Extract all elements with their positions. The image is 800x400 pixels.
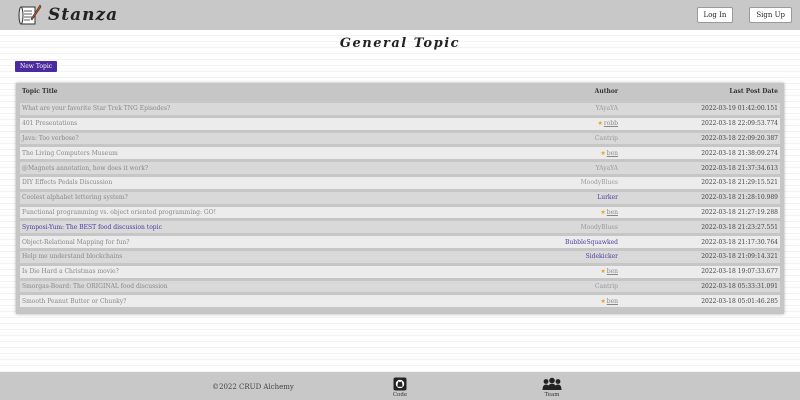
table-row[interactable]: Coolest alphabet lettering system? Lurker… bbox=[20, 191, 780, 204]
brand-name: Stanza bbox=[48, 5, 119, 25]
footer: ©2022 CRUD Alchemy Code Team bbox=[0, 372, 800, 400]
star-icon: ★ bbox=[600, 268, 606, 276]
table-row[interactable]: Smorgas-Board: The ORIGINAL food discuss… bbox=[20, 280, 780, 293]
code-label: Code bbox=[392, 392, 408, 398]
author-name[interactable]: Lurker bbox=[597, 194, 618, 201]
last-post-date: 2022-03-19 01:42:00.151 bbox=[701, 105, 778, 113]
last-post-date: 2022-03-18 22:09:20.387 bbox=[701, 134, 778, 142]
last-post-date: 2022-03-18 05:01:46.285 bbox=[701, 297, 778, 305]
author-name[interactable]: MoodyBlues bbox=[581, 179, 618, 186]
table-row[interactable]: Functional programming vs. object orient… bbox=[20, 206, 780, 219]
last-post-date: 2022-03-18 21:28:10.989 bbox=[701, 194, 778, 202]
column-header-author: Author bbox=[594, 88, 618, 95]
last-post-date: 2022-03-18 21:23:27.551 bbox=[701, 223, 778, 231]
topic-author[interactable]: BubbleSquawked bbox=[458, 239, 618, 246]
topic-title[interactable]: DIY Effects Pedals Discussion bbox=[22, 179, 458, 186]
topic-author[interactable]: ★ben bbox=[458, 268, 618, 275]
topic-title[interactable]: Smorgas-Board: The ORIGINAL food discuss… bbox=[22, 283, 458, 290]
topic-title[interactable]: Coolest alphabet lettering system? bbox=[22, 194, 458, 201]
topic-title[interactable]: 401 Presentations bbox=[22, 120, 458, 127]
star-icon: ★ bbox=[597, 120, 603, 128]
table-row[interactable]: Java: Too verbose? Cantrip 2022-03-18 22:0… bbox=[20, 132, 780, 145]
table-body: What are your favorite Star Trek TNG Epi… bbox=[16, 103, 784, 308]
topic-title[interactable]: @Magnets annotation, how does it work? bbox=[22, 165, 458, 172]
page-title: General Topic bbox=[339, 36, 461, 51]
top-header: Stanza Log In Sign Up bbox=[0, 0, 800, 30]
team-link[interactable]: Team bbox=[532, 377, 572, 398]
topic-author[interactable]: MoodyBlues bbox=[458, 179, 618, 186]
topic-title[interactable]: Is Die Hard a Christmas movie? bbox=[22, 268, 458, 275]
topics-table: Topic Title Author Last Post Date What a… bbox=[16, 83, 784, 314]
scroll-quill-icon bbox=[18, 4, 42, 25]
table-row[interactable]: DIY Effects Pedals Discussion MoodyBlues 2… bbox=[20, 176, 780, 189]
last-post-date: 2022-03-18 19:07:33.677 bbox=[701, 268, 778, 276]
new-topic-button[interactable]: New Topic bbox=[15, 61, 58, 72]
team-icon bbox=[542, 377, 562, 390]
topic-author[interactable]: ★ben bbox=[458, 150, 618, 157]
topic-author[interactable]: MoodyBlues bbox=[458, 224, 618, 231]
last-post-date: 2022-03-18 21:38:09.274 bbox=[701, 149, 778, 157]
table-row[interactable]: Smooth Peanut Butter or Chunky? ★ben 2022-… bbox=[20, 295, 780, 308]
last-post-date: 2022-03-18 21:37:34.613 bbox=[701, 164, 778, 172]
topic-author[interactable]: ★ben bbox=[458, 298, 618, 305]
signup-button[interactable]: Sign Up bbox=[749, 7, 792, 23]
topic-author[interactable]: Cantrip bbox=[458, 135, 618, 142]
last-post-date: 2022-03-18 21:29:15.521 bbox=[701, 179, 778, 187]
star-icon: ★ bbox=[600, 149, 606, 157]
topic-author[interactable]: YAyaYA bbox=[458, 165, 618, 172]
login-button[interactable]: Log In bbox=[696, 7, 734, 23]
last-post-date: 2022-03-18 21:17:30.764 bbox=[701, 238, 778, 246]
last-post-date: 2022-03-18 21:27:19.288 bbox=[701, 208, 778, 216]
table-row[interactable]: 401 Presentations ★robb 2022-03-18 22:09:5… bbox=[20, 117, 780, 130]
topic-author[interactable]: Lurker bbox=[458, 194, 618, 201]
author-name[interactable]: ben bbox=[607, 150, 618, 157]
topic-title[interactable]: The Living Computers Museum bbox=[22, 150, 458, 157]
author-name[interactable]: MoodyBlues bbox=[581, 224, 618, 231]
table-header: Topic Title Author Last Post Date bbox=[16, 83, 784, 100]
topic-author[interactable]: YAyaYA bbox=[458, 105, 618, 112]
last-post-date: 2022-03-18 05:33:31.091 bbox=[701, 282, 778, 290]
topic-title[interactable]: Symposi-Yum: The BEST food discussion to… bbox=[22, 224, 458, 231]
topic-title[interactable]: What are your favorite Star Trek TNG Epi… bbox=[22, 105, 458, 112]
author-name[interactable]: ben bbox=[607, 298, 618, 305]
last-post-date: 2022-03-18 22:09:53.774 bbox=[701, 120, 778, 128]
author-name[interactable]: YAyaYA bbox=[596, 105, 618, 112]
table-row[interactable]: Symposi-Yum: The BEST food discussion to… bbox=[20, 221, 780, 234]
github-icon bbox=[393, 377, 407, 391]
team-label: Team bbox=[544, 392, 560, 398]
topic-author[interactable]: ★robb bbox=[458, 120, 618, 127]
author-name[interactable]: robb bbox=[604, 120, 618, 127]
column-header-date: Last Post Date bbox=[729, 88, 778, 95]
topic-title[interactable]: Java: Too verbose? bbox=[22, 135, 458, 142]
author-name[interactable]: ben bbox=[607, 209, 618, 216]
topic-author[interactable]: Sidekicker bbox=[458, 253, 618, 260]
topic-author[interactable]: Cantrip bbox=[458, 283, 618, 290]
topic-title[interactable]: Help me understand blockchains bbox=[22, 253, 458, 260]
author-name[interactable]: YAyaYA bbox=[596, 165, 618, 172]
author-name[interactable]: Cantrip bbox=[595, 135, 618, 142]
table-row[interactable]: The Living Computers Museum ★ben 2022-03-1… bbox=[20, 147, 780, 160]
author-name[interactable]: ben bbox=[607, 268, 618, 275]
topic-title[interactable]: Functional programming vs. object orient… bbox=[22, 209, 458, 216]
star-icon: ★ bbox=[600, 208, 606, 216]
copyright-text: ©2022 CRUD Alchemy bbox=[212, 383, 294, 391]
topic-author[interactable]: ★ben bbox=[458, 209, 618, 216]
author-name[interactable]: Cantrip bbox=[595, 283, 618, 290]
topic-title[interactable]: Object-Relational Mapping for fun? bbox=[22, 239, 458, 246]
table-row[interactable]: Help me understand blockchains Sidekicker… bbox=[20, 250, 780, 263]
table-row[interactable]: Object-Relational Mapping for fun? Bubble… bbox=[20, 236, 780, 248]
author-name[interactable]: BubbleSquawked bbox=[565, 239, 618, 246]
table-row[interactable]: What are your favorite Star Trek TNG Epi… bbox=[20, 103, 780, 115]
table-row[interactable]: @Magnets annotation, how does it work? YA… bbox=[20, 162, 780, 174]
logo[interactable]: Stanza bbox=[18, 4, 118, 26]
code-link[interactable]: Code bbox=[380, 377, 420, 398]
author-name[interactable]: Sidekicker bbox=[586, 253, 618, 260]
column-header-title: Topic Title bbox=[22, 88, 58, 95]
table-row[interactable]: Is Die Hard a Christmas movie? ★ben 2022-0… bbox=[20, 265, 780, 278]
star-icon: ★ bbox=[600, 297, 606, 305]
topic-title[interactable]: Smooth Peanut Butter or Chunky? bbox=[22, 298, 458, 305]
last-post-date: 2022-03-18 21:09:14.321 bbox=[701, 253, 778, 261]
